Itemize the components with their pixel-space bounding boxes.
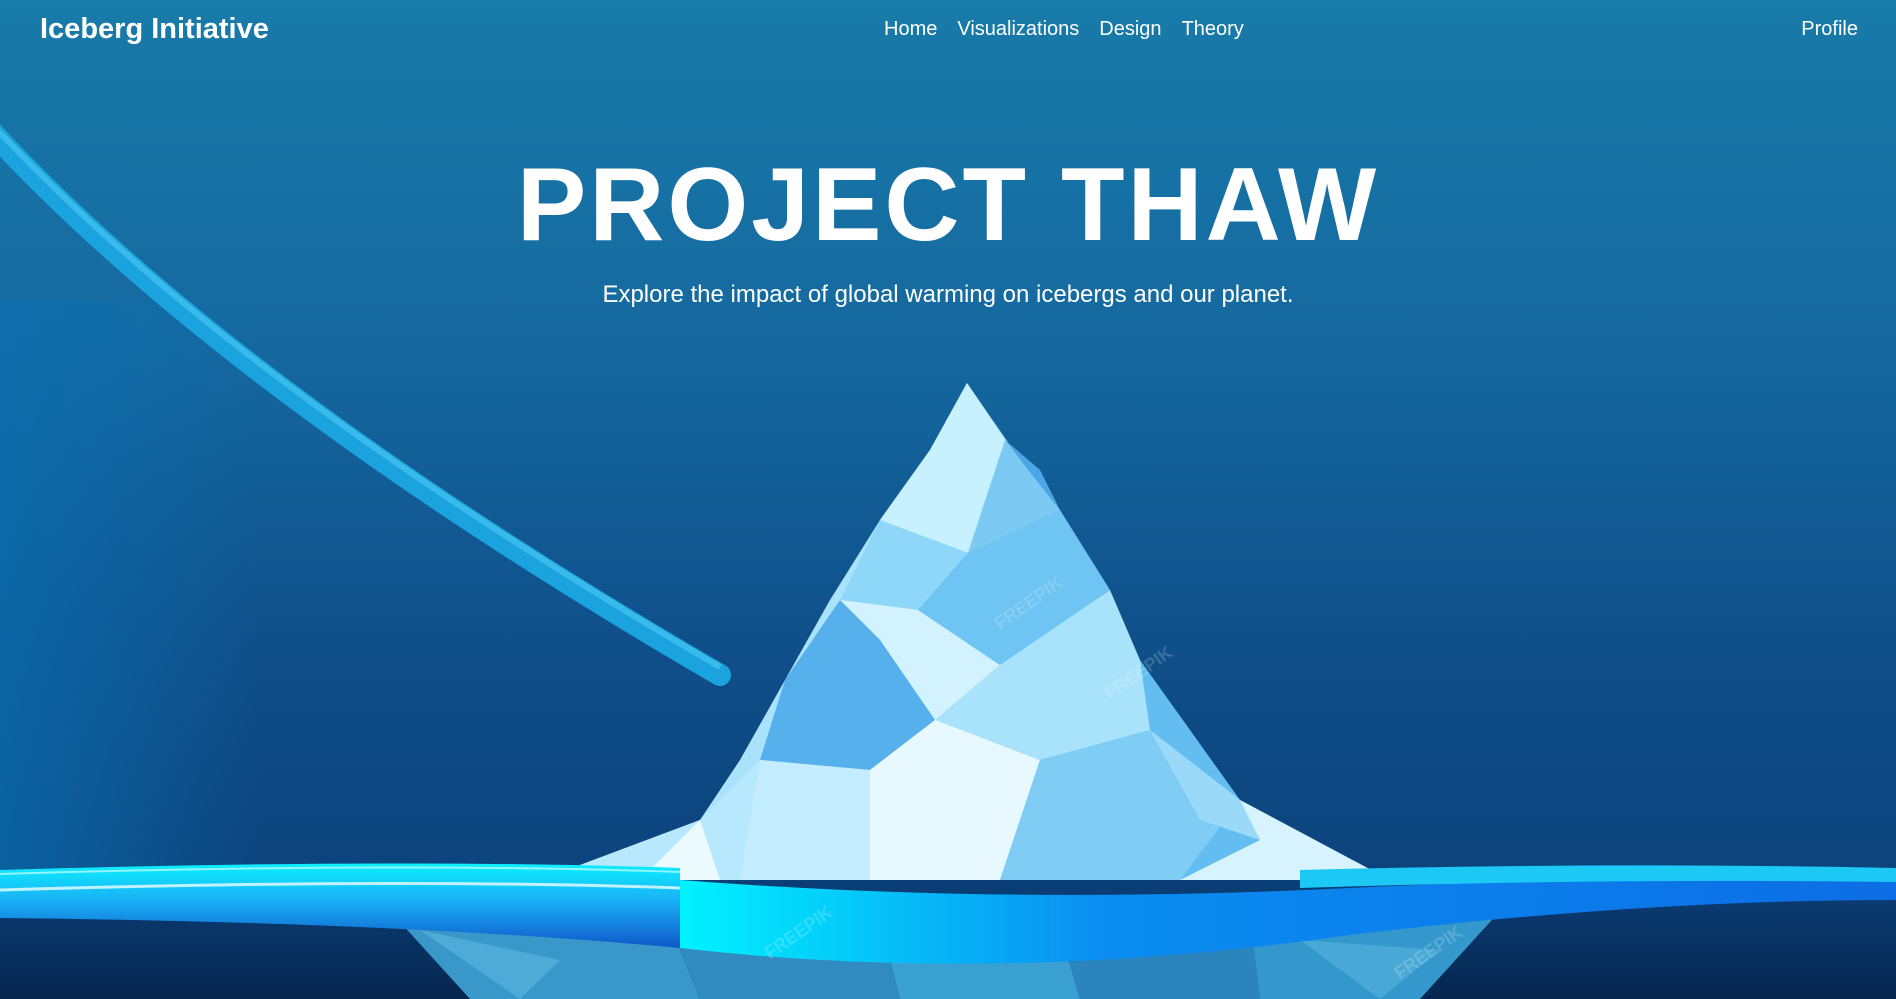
nav-link-visualizations[interactable]: Visualizations: [957, 16, 1079, 42]
profile-link[interactable]: Profile: [1801, 16, 1858, 42]
navbar: Iceberg Initiative Home Visualizations D…: [0, 0, 1896, 58]
nav-link-design[interactable]: Design: [1099, 16, 1161, 42]
brand-logo-link[interactable]: Iceberg Initiative: [40, 11, 269, 47]
main-nav: Home Visualizations Design Theory: [884, 16, 1244, 42]
nav-link-theory[interactable]: Theory: [1182, 16, 1244, 42]
hero-title: PROJECT THAW: [516, 147, 1380, 263]
nav-link-home[interactable]: Home: [884, 16, 937, 42]
hero-subtitle: Explore the impact of global warming on …: [602, 281, 1294, 308]
left-glow: [0, 300, 260, 900]
